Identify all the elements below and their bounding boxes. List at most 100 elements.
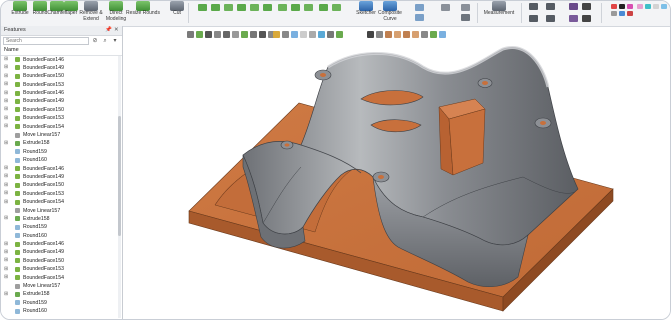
orange-boss[interactable] <box>438 98 486 176</box>
round-button[interactable]: Round <box>31 1 49 25</box>
sketcher-button[interactable]: Sketcher <box>353 1 379 25</box>
tree-item[interactable]: Round159 <box>1 299 118 307</box>
color-swatch-icon[interactable] <box>627 11 633 16</box>
tree-item[interactable]: Round159 <box>1 148 118 156</box>
expand-icon[interactable]: ⊞ <box>4 124 8 129</box>
composite-curve-button[interactable]: Composite Curve <box>377 1 403 25</box>
tree-item[interactable]: ⊞ BoundedFace149 <box>1 173 118 181</box>
expand-icon[interactable]: ⊞ <box>4 140 8 145</box>
tool-icon[interactable] <box>224 4 233 11</box>
measurement-button[interactable]: Measurement <box>481 1 517 25</box>
search-icon[interactable]: ⌕ <box>101 37 109 45</box>
bolt-boss[interactable] <box>534 117 552 129</box>
expand-icon[interactable] <box>4 233 8 237</box>
expand-icon[interactable]: ⊞ <box>4 90 8 95</box>
tree-item[interactable]: ⊞ BoundedFace153 <box>1 190 118 198</box>
tree-item[interactable]: ⊞ Extrude158 <box>1 140 118 148</box>
tree-item[interactable]: ⊞ BoundedFace149 <box>1 64 118 72</box>
view-icon[interactable] <box>582 15 591 22</box>
zoom-icon[interactable] <box>529 3 538 10</box>
expand-icon[interactable]: ⊞ <box>4 57 8 62</box>
tree-item[interactable]: ⊞ BoundedFace153 <box>1 81 118 89</box>
tree-item[interactable]: ⊞ BoundedFace146 <box>1 165 118 173</box>
expand-icon[interactable]: ⊞ <box>4 115 8 120</box>
tree-item[interactable]: Round160 <box>1 232 118 240</box>
tool-icon[interactable] <box>250 4 259 11</box>
tree-item[interactable]: ⊞ BoundedFace154 <box>1 199 118 207</box>
tool-icon[interactable] <box>237 4 246 11</box>
expand-icon[interactable]: ⊞ <box>4 291 8 296</box>
tree-item[interactable]: ⊞ BoundedFace153 <box>1 115 118 123</box>
view-cube-icon[interactable] <box>569 3 578 10</box>
tool-icon[interactable] <box>291 4 300 11</box>
view-icon[interactable] <box>569 15 578 22</box>
expand-icon[interactable]: ⊞ <box>4 216 8 221</box>
tree-item[interactable]: ⊞ BoundedFace153 <box>1 266 118 274</box>
tool-icon[interactable] <box>278 4 287 11</box>
pin-icon[interactable]: 📌 <box>105 27 112 33</box>
expand-icon[interactable]: ⊞ <box>4 174 8 179</box>
expand-icon[interactable] <box>4 225 8 229</box>
tool-icon[interactable] <box>415 14 424 21</box>
expand-icon[interactable]: ⊞ <box>4 65 8 70</box>
bolt-boss[interactable] <box>372 171 390 183</box>
pan-icon[interactable] <box>529 15 538 22</box>
view-icon[interactable] <box>582 3 591 10</box>
expand-icon[interactable]: ⊞ <box>4 98 8 103</box>
model-view[interactable] <box>123 27 670 319</box>
expand-icon[interactable]: ⊞ <box>4 107 8 112</box>
color-swatch-icon[interactable] <box>619 4 625 9</box>
tree-item[interactable]: ⊞ BoundedFace146 <box>1 241 118 249</box>
expand-icon[interactable]: ⊞ <box>4 191 8 196</box>
tree-item[interactable]: ⊞ BoundedFace154 <box>1 123 118 131</box>
color-swatch-icon[interactable] <box>653 4 659 9</box>
search-input[interactable] <box>3 37 89 45</box>
taper-button[interactable]: Taper <box>64 1 78 25</box>
tree-item[interactable]: ⊞ Extrude158 <box>1 291 118 299</box>
tree-item[interactable]: ⊞ BoundedFace150 <box>1 257 118 265</box>
tree-item[interactable]: ⊞ BoundedFace150 <box>1 73 118 81</box>
close-icon[interactable]: ✕ <box>114 27 119 33</box>
tool-icon[interactable] <box>263 4 272 11</box>
filter-icon[interactable]: ⊘ <box>91 37 99 45</box>
scrollbar-thumb[interactable] <box>118 116 121 236</box>
history-icon[interactable] <box>461 14 470 21</box>
tree-item[interactable]: ⊞ BoundedFace154 <box>1 274 118 282</box>
settings-icon[interactable]: ▾ <box>111 37 119 45</box>
bolt-boss[interactable] <box>477 78 493 88</box>
tool-icon[interactable] <box>304 4 313 11</box>
color-swatch-icon[interactable] <box>661 4 667 9</box>
expand-icon[interactable] <box>4 300 8 304</box>
tree-item[interactable]: Round160 <box>1 157 118 165</box>
tool-icon[interactable] <box>415 4 424 11</box>
tree-item[interactable]: ⊞ Extrude158 <box>1 215 118 223</box>
expand-icon[interactable]: ⊞ <box>4 166 8 171</box>
tool-icon[interactable] <box>319 4 328 11</box>
color-swatch-icon[interactable] <box>637 4 643 9</box>
expand-icon[interactable]: ⊞ <box>4 266 8 271</box>
tree-item[interactable]: Round159 <box>1 224 118 232</box>
tree-item[interactable]: ⊞ BoundedFace150 <box>1 182 118 190</box>
expand-icon[interactable]: ⊞ <box>4 249 8 254</box>
expand-icon[interactable] <box>4 284 8 288</box>
tool-icon[interactable] <box>211 4 220 11</box>
expand-icon[interactable]: ⊞ <box>4 275 8 280</box>
tree-item[interactable]: Move Linear157 <box>1 207 118 215</box>
3d-viewport[interactable] <box>123 27 670 319</box>
tree-item[interactable]: ⊞ BoundedFace149 <box>1 98 118 106</box>
tree-item[interactable]: ⊞ BoundedFace149 <box>1 249 118 257</box>
resize-rounds-button[interactable]: Resize Rounds <box>126 1 160 25</box>
direct-modeling-button[interactable]: Direct Modeling <box>105 1 127 25</box>
tree-item[interactable]: ⊞ BoundedFace146 <box>1 90 118 98</box>
expand-icon[interactable]: ⊞ <box>4 182 8 187</box>
expand-icon[interactable] <box>4 158 8 162</box>
tree-item[interactable]: Round160 <box>1 308 118 316</box>
scrollbar[interactable] <box>118 56 121 318</box>
expand-icon[interactable]: ⊞ <box>4 241 8 246</box>
color-swatch-icon[interactable] <box>645 4 651 9</box>
expand-icon[interactable] <box>4 208 8 212</box>
expand-icon[interactable]: ⊞ <box>4 73 8 78</box>
expand-icon[interactable] <box>4 149 8 153</box>
expand-icon[interactable] <box>4 133 8 137</box>
bolt-boss[interactable] <box>280 140 294 150</box>
